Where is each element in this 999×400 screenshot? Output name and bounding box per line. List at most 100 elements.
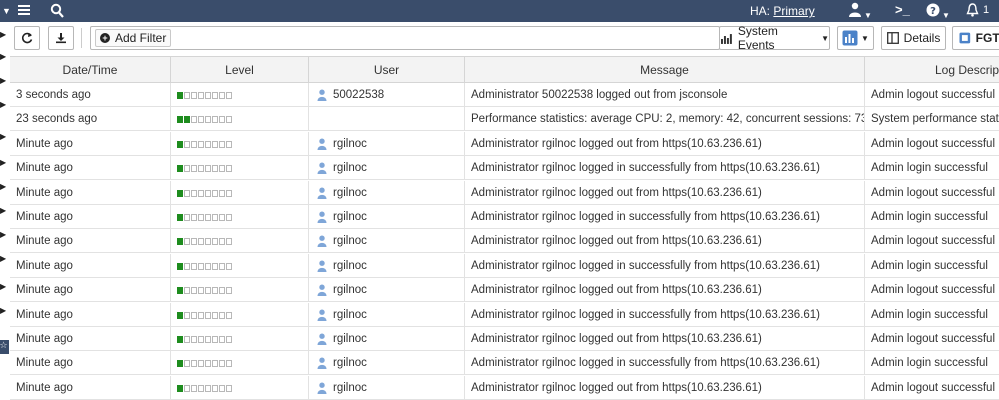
log-description-cell: Admin logout successful <box>871 381 996 394</box>
user-name[interactable]: rgilnoc <box>333 211 367 223</box>
level-bar-filled <box>177 165 183 173</box>
column-header-level[interactable]: Level <box>171 57 309 83</box>
user-icon <box>317 284 327 297</box>
level-bar-empty <box>212 384 218 392</box>
admin-user-menu[interactable]: ▼ <box>848 2 872 21</box>
column-header-user[interactable]: User <box>309 57 465 83</box>
add-filter-button[interactable]: + Add Filter <box>95 29 172 47</box>
ha-status[interactable]: HA: Primary <box>750 4 815 18</box>
user-name[interactable]: rgilnoc <box>333 235 367 247</box>
log-description-cell: Admin logout successful <box>871 186 996 199</box>
level-bar-empty <box>219 165 225 173</box>
level-bar-empty <box>205 189 211 197</box>
user-name[interactable]: rgilnoc <box>333 260 367 272</box>
level-bar-empty <box>219 238 225 246</box>
user-name[interactable]: 50022538 <box>333 89 384 101</box>
user-name[interactable]: rgilnoc <box>333 284 367 296</box>
collapse-chevron-icon[interactable]: ▼ <box>2 6 11 16</box>
user-name[interactable]: rgilnoc <box>333 333 367 345</box>
table-row[interactable]: Minute ago rgilnoc Administrator rgilnoc l… <box>10 278 999 303</box>
level-bar-empty <box>184 384 190 392</box>
search-icon[interactable] <box>50 3 64 19</box>
level-bar-empty <box>205 262 211 270</box>
toolbar-divider <box>81 28 82 48</box>
level-bar-empty <box>205 214 211 221</box>
cli-console-icon[interactable]: >_ <box>895 2 910 17</box>
table-row[interactable]: Minute ago rgilnoc Administrator rgilnoc l… <box>10 253 999 278</box>
table-row[interactable]: Minute ago rgilnoc Administrator rgilnoc l… <box>10 302 999 327</box>
level-bar-empty <box>219 116 225 124</box>
log-description-cell: Admin login successful <box>871 259 988 272</box>
level-bar-empty <box>184 336 190 343</box>
user-icon <box>317 382 327 394</box>
table-row[interactable]: Minute ago rgilnoc Administrator rgilnoc l… <box>10 180 999 205</box>
ha-value[interactable]: Primary <box>773 4 814 18</box>
level-bar-empty <box>205 116 211 124</box>
user-name[interactable]: rgilnoc <box>333 162 367 174</box>
log-toolbar: + Add Filter System Events ▼ ▼ Details F… <box>10 24 999 52</box>
table-row[interactable]: 23 seconds ago Performance statistics: av… <box>10 107 999 132</box>
table-row[interactable]: Minute ago rgilnoc Administrator rgilnoc l… <box>10 351 999 376</box>
bell-icon[interactable] <box>966 2 979 18</box>
hamburger-menu-icon[interactable] <box>18 3 32 19</box>
system-events-dropdown[interactable]: System Events ▼ <box>719 24 830 52</box>
datetime-cell: Minute ago <box>10 327 171 351</box>
datetime-cell: Minute ago <box>10 375 171 400</box>
ha-label: HA: <box>750 4 771 18</box>
level-bar-empty <box>212 287 218 295</box>
favorite-star-icon[interactable]: ☆ <box>0 340 9 354</box>
message-cell: Administrator rgilnoc logged in successf… <box>465 253 865 278</box>
table-row[interactable]: Minute ago rgilnoc Administrator rgilnoc l… <box>10 229 999 254</box>
fgt-device-button[interactable]: FGTI <box>952 26 999 50</box>
level-bar-empty <box>184 360 190 368</box>
level-bar-empty <box>212 165 218 173</box>
datetime-cell: Minute ago <box>10 351 171 376</box>
level-bar-empty <box>212 238 218 246</box>
log-description-cell: Admin logout successful <box>871 333 996 345</box>
details-button[interactable]: Details <box>881 26 946 50</box>
level-bar-empty <box>219 214 225 221</box>
level-bar-empty <box>184 262 190 270</box>
table-row[interactable]: Minute ago rgilnoc Administrator rgilnoc l… <box>10 131 999 156</box>
level-bar-empty <box>191 214 197 221</box>
left-gutter: ▶ ▶ ▶ ▶ ▶ ▶ ▶ ▶ ▶ ▶ ▶ ▶ ☆ <box>0 22 9 400</box>
level-bar-empty <box>198 92 204 99</box>
download-button[interactable] <box>48 26 74 50</box>
severity-level-indicator <box>177 189 233 197</box>
level-bar-empty <box>212 116 218 124</box>
user-name[interactable]: rgilnoc <box>333 187 367 199</box>
message-cell: Administrator rgilnoc logged out from ht… <box>465 327 865 351</box>
level-bar-empty <box>219 92 225 99</box>
help-menu[interactable]: ? ▼ <box>926 2 950 21</box>
notification-count[interactable]: 1 <box>983 4 989 16</box>
severity-level-indicator <box>177 214 233 221</box>
level-bar-empty <box>219 262 225 270</box>
column-header-message[interactable]: Message <box>465 57 865 83</box>
user-name[interactable]: rgilnoc <box>333 357 367 369</box>
table-row[interactable]: Minute ago rgilnoc Administrator rgilnoc l… <box>10 156 999 181</box>
plus-circle-icon: + <box>100 33 110 43</box>
user-cell: rgilnoc <box>309 131 465 156</box>
column-header-datetime[interactable]: Date/Time <box>10 57 171 83</box>
level-bar-empty <box>226 140 232 148</box>
view-selector-dropdown[interactable]: ▼ <box>837 26 874 50</box>
table-row[interactable]: Minute ago rgilnoc Administrator rgilnoc l… <box>10 205 999 229</box>
table-row[interactable]: Minute ago rgilnoc Administrator rgilnoc l… <box>10 375 999 400</box>
user-name[interactable]: rgilnoc <box>333 138 367 150</box>
user-icon <box>317 333 327 345</box>
log-description-cell: Admin login successful <box>871 211 988 223</box>
user-name[interactable]: rgilnoc <box>333 382 367 394</box>
filter-bar[interactable]: + Add Filter <box>90 26 720 50</box>
user-name[interactable]: rgilnoc <box>333 309 367 321</box>
column-header-log-description[interactable]: Log Descript <box>865 57 999 83</box>
level-bar-empty <box>226 262 232 270</box>
level-bar-empty <box>198 238 204 246</box>
table-row[interactable]: Minute ago rgilnoc Administrator rgilnoc l… <box>10 327 999 351</box>
level-bar-empty <box>184 92 190 99</box>
level-bar-empty <box>198 140 204 148</box>
level-bar-empty <box>191 336 197 343</box>
refresh-button[interactable] <box>14 26 40 50</box>
table-row[interactable]: 3 seconds ago 50022538 Administrator 50022… <box>10 83 999 107</box>
level-bar-filled <box>177 116 183 124</box>
message-cell: Administrator rgilnoc logged in successf… <box>465 205 865 229</box>
